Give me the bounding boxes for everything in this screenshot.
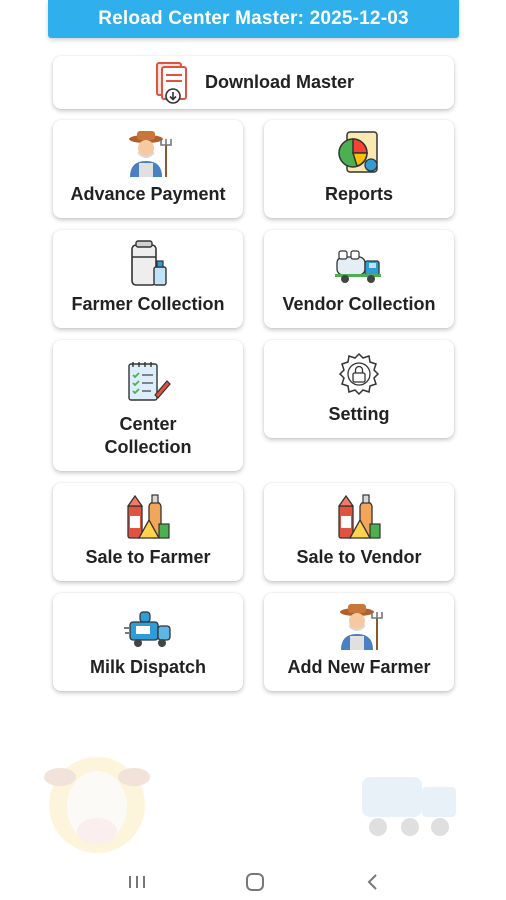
document-download-icon <box>155 61 187 104</box>
center-collection-button[interactable]: Center Collection <box>53 340 243 471</box>
download-master-label: Download Master <box>204 72 355 92</box>
download-master-button[interactable]: Download Master <box>53 56 454 109</box>
advance-payment-label: Advance Payment <box>70 184 226 204</box>
home-icon <box>246 873 264 891</box>
milk-dispatch-label: Milk Dispatch <box>89 657 207 677</box>
advance-payment-button[interactable]: Advance Payment <box>53 120 243 218</box>
dispatch-van-icon <box>124 611 171 647</box>
sale-to-vendor-button[interactable]: Sale to Vendor <box>264 483 454 581</box>
milk-can-icon <box>131 240 167 286</box>
farmer-icon <box>340 604 383 650</box>
milk-dispatch-button[interactable]: Milk Dispatch <box>53 593 243 691</box>
truck-watermark-icon <box>362 777 456 836</box>
recents-icon <box>129 876 145 888</box>
sale-to-farmer-button[interactable]: Sale to Farmer <box>53 483 243 581</box>
pie-chart-report-icon <box>338 131 378 173</box>
reports-button[interactable]: Reports <box>264 120 454 218</box>
farmer-collection-button[interactable]: Farmer Collection <box>53 230 243 328</box>
back-icon <box>367 874 377 890</box>
center-collection-label: Center Collection <box>104 414 192 457</box>
dairy-products-icon <box>126 494 170 539</box>
farmer-collection-label: Farmer Collection <box>71 294 225 314</box>
setting-label: Setting <box>328 404 390 424</box>
system-nav-bar <box>0 862 506 900</box>
vendor-collection-label: Vendor Collection <box>282 294 436 314</box>
vendor-collection-button[interactable]: Vendor Collection <box>264 230 454 328</box>
gear-lock-icon <box>338 352 380 396</box>
cow-watermark-icon <box>44 757 150 853</box>
milk-truck-icon <box>335 250 381 283</box>
setting-button[interactable]: Setting <box>264 340 454 438</box>
page-title: Reload Center Master: 2025-12-03 <box>48 0 459 38</box>
recents-button[interactable] <box>117 870 157 894</box>
sale-to-vendor-label: Sale to Vendor <box>296 547 422 567</box>
farmer-icon <box>129 131 172 177</box>
back-button[interactable] <box>353 870 393 894</box>
reports-label: Reports <box>324 184 393 204</box>
sale-to-farmer-label: Sale to Farmer <box>85 547 211 567</box>
home-button[interactable] <box>235 870 275 894</box>
checklist-icon <box>128 362 171 401</box>
add-new-farmer-label: Add New Farmer <box>287 657 431 677</box>
add-new-farmer-button[interactable]: Add New Farmer <box>264 593 454 691</box>
dairy-products-icon <box>337 494 381 539</box>
